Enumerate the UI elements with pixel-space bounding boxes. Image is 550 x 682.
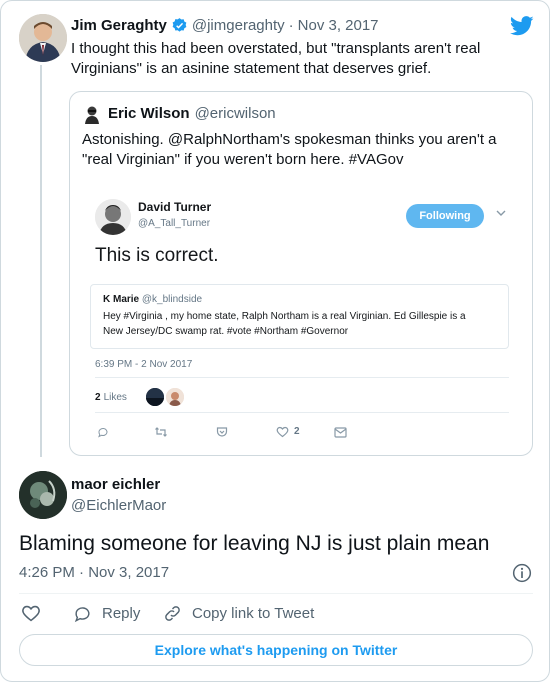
maor-eichler-avatar[interactable]	[19, 471, 67, 519]
explore-twitter-button[interactable]: Explore what's happening on Twitter	[19, 634, 533, 666]
likes-count: 2	[95, 392, 101, 403]
nested-quote-text-line: New Jersey/DC swamp rat. #vote #Northam …	[103, 326, 349, 337]
main-author-name[interactable]: Jim Geraghty	[71, 17, 167, 34]
tweet-embed-card: Jim Geraghty @jimgeraghty · Nov 3, 2017 …	[0, 0, 550, 682]
info-icon[interactable]	[512, 563, 532, 583]
link-icon	[163, 604, 182, 623]
heart-icon	[21, 604, 41, 623]
like-button[interactable]	[21, 604, 41, 623]
quoted-tweet-text: Astonishing. @RalphNortham's spokesman t…	[82, 130, 522, 170]
nested-quote-header: K Marie @k_blindside	[103, 294, 202, 305]
nested-quote-box: K Marie @k_blindside Hey #Virginia , my …	[90, 284, 509, 349]
copy-link-label: Copy link to Tweet	[192, 605, 315, 622]
nested-author-handle: @k_blindside	[141, 294, 203, 305]
retweet-icon	[154, 426, 168, 438]
like-action-count: 2	[294, 426, 300, 437]
quoted-tweet-text-line: "real Virginian" if you weren't born her…	[82, 151, 404, 168]
reply-tweet-text: Blaming someone for leaving NJ is just p…	[19, 532, 490, 555]
screenshot-divider	[95, 377, 509, 378]
actions-divider	[19, 593, 533, 594]
eric-wilson-avatar[interactable]	[82, 104, 102, 124]
verified-badge-icon	[171, 17, 188, 34]
twitter-logo-icon[interactable]	[510, 16, 534, 36]
nested-quote-text: Hey #Virginia , my home state, Ralph Nor…	[103, 309, 503, 339]
pocket-icon	[216, 426, 228, 438]
screenshot-author-name: David Turner	[138, 200, 212, 214]
reply-button[interactable]: Reply	[73, 604, 140, 623]
screenshot-tweet-text: This is correct.	[95, 245, 219, 266]
liker-avatar	[146, 388, 164, 406]
reply-tweet-timestamp[interactable]: 4:26 PM · Nov 3, 2017	[19, 564, 169, 581]
quoted-author-handle[interactable]: @ericwilson	[195, 105, 276, 122]
screenshot-divider	[95, 412, 509, 413]
following-button: Following	[406, 204, 484, 228]
heart-icon	[276, 426, 289, 438]
screenshot-timestamp: 6:39 PM - 2 Nov 2017	[95, 359, 193, 370]
quoted-tweet-card[interactable]: Eric Wilson @ericwilson Astonishing. @Ra…	[69, 91, 533, 456]
mail-icon	[334, 427, 347, 438]
reply-icon	[97, 426, 109, 438]
david-turner-avatar	[95, 199, 131, 235]
main-tweet-date[interactable]: Nov 3, 2017	[298, 17, 379, 34]
copy-link-button[interactable]: Copy link to Tweet	[163, 604, 314, 623]
quoted-tweet-header: Eric Wilson @ericwilson	[108, 105, 276, 122]
screenshot-likes: 2 Likes	[95, 392, 127, 403]
thread-connector-line	[40, 65, 42, 457]
main-tweet-text-line: Virginians" is an asinine statement that…	[71, 60, 432, 77]
nested-quote-text-line: Hey #Virginia , my home state, Ralph Nor…	[103, 311, 466, 322]
reply-icon	[73, 604, 92, 623]
date-separator: ·	[288, 17, 294, 34]
main-tweet-header: Jim Geraghty @jimgeraghty · Nov 3, 2017	[71, 17, 379, 34]
quoted-author-name[interactable]: Eric Wilson	[108, 105, 190, 122]
main-tweet-text: I thought this had been overstated, but …	[71, 39, 531, 79]
screenshot-author-handle: @A_Tall_Turner	[138, 218, 211, 229]
reply-author-name[interactable]: maor eichler	[71, 476, 160, 493]
chevron-down-icon	[496, 210, 506, 217]
reply-label: Reply	[102, 605, 141, 622]
likes-label: Likes	[103, 392, 127, 403]
quoted-tweet-text-line: Astonishing. @RalphNortham's spokesman t…	[82, 131, 497, 148]
jim-geraghty-avatar[interactable]	[19, 14, 67, 62]
main-author-handle[interactable]: @jimgeraghty	[192, 17, 285, 34]
reply-author-handle[interactable]: @EichlerMaor	[71, 497, 166, 514]
nested-author-name: K Marie	[103, 294, 140, 305]
main-tweet-text-line: I thought this had been overstated, but …	[71, 40, 481, 57]
liker-avatar	[166, 388, 184, 406]
